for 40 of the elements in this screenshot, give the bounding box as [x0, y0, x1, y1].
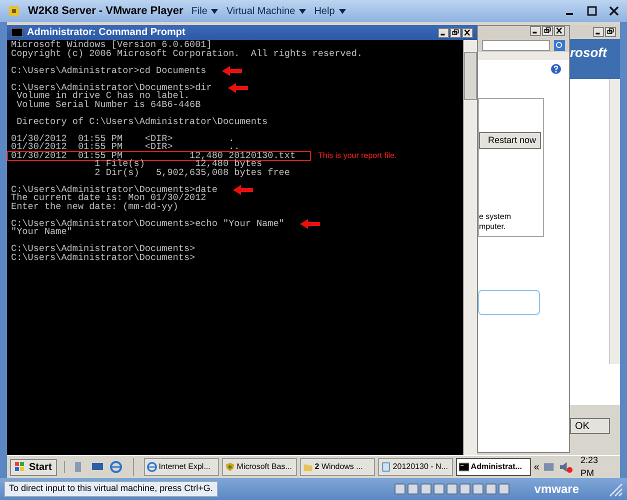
- console-line: "Your Name": [11, 228, 72, 236]
- window-title: Administrator: Command Prompt: [27, 26, 186, 40]
- console-line: Copyright (c) 2006 Microsoft Corporation. All rights reserved.: [11, 50, 362, 58]
- dialog-text: mputer.: [479, 222, 507, 232]
- taskbar-button[interactable]: 20120130 - N...: [378, 458, 453, 476]
- console-line: C:\Users\Administrator>cd Documents: [11, 66, 206, 75]
- console-line: C:\Users\Administrator\Documents>: [11, 254, 196, 262]
- annotation-text: This is your report file.: [318, 152, 397, 160]
- console-line: 01/30/2012 01:55 PM <DIR> ..: [11, 143, 240, 152]
- chevron-text[interactable]: «: [534, 460, 540, 474]
- menu-item[interactable]: Help: [314, 4, 346, 18]
- menu-item[interactable]: File: [191, 4, 218, 18]
- start-button[interactable]: Start: [10, 458, 57, 476]
- console-line: C:\Users\Administrator\Documents>echo "Your Name": [11, 220, 284, 228]
- taskbar-button[interactable]: Internet Expl...: [144, 458, 219, 476]
- console-line: C:\Users\Administrator\Documents>: [11, 245, 196, 254]
- dialog-text: e system: [479, 212, 512, 222]
- restart-button[interactable]: Restart now: [479, 132, 541, 149]
- logo-text: rosoft: [570, 44, 607, 62]
- taskbar-button[interactable]: Administrat...: [456, 458, 531, 476]
- clock-text[interactable]: 2:23 PM: [580, 454, 614, 480]
- status-hint: To direct input to this virtual machine, press Ctrl+G.: [4, 481, 218, 497]
- logo-text: vmware: [534, 481, 579, 498]
- console-line: 1 File(s) 12,480 bytes: [94, 160, 262, 168]
- console-line: C:\Users\Administrator\Documents>dir: [11, 84, 212, 92]
- console-line: The current date is: Mon 01/30/2012: [11, 194, 206, 202]
- taskbar-button[interactable]: 2 Windows ...: [300, 458, 375, 476]
- console-line: Volume in drive C has no label.: [16, 92, 190, 100]
- console-line: Enter the new date: (mm-dd-yy): [11, 202, 178, 211]
- console-line: 01/30/2012 01:55 PM 12,480 20120130.txt: [8, 152, 310, 160]
- ok-button[interactable]: OK: [570, 418, 610, 434]
- console-line: C:\Users\Administrator\Documents>date: [11, 186, 218, 194]
- console-line: Directory of C:\Users\Administrator\Documents: [16, 118, 268, 126]
- window-title: W2K8 Server - VMware Player: [28, 4, 184, 19]
- console-line: Microsoft Windows [Version 6.0.6001]: [11, 41, 212, 50]
- taskbar-button[interactable]: Microsoft Bas...: [222, 458, 297, 476]
- menu-item[interactable]: Virtual Machine: [226, 4, 306, 18]
- console-line: 2 Dir(s) 5,902,635,008 bytes free: [94, 168, 290, 177]
- console-line: Volume Serial Number is 64B6-446B: [16, 100, 201, 109]
- console-line: 01/30/2012 01:55 PM <DIR> .: [11, 134, 234, 143]
